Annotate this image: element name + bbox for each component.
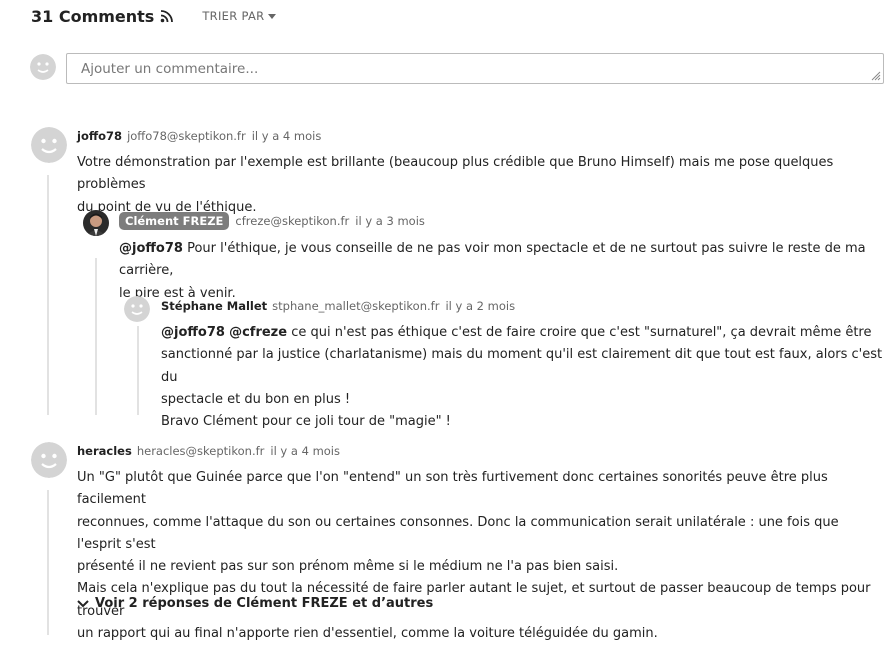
comment-line: Bravo Clément pour ce joli tour de "magi… (161, 414, 451, 430)
comment-line: spectacle et du bon en plus ! (161, 391, 351, 407)
mention-link[interactable]: @joffo78 (119, 241, 183, 256)
comment-author[interactable]: joffo78 (77, 129, 122, 143)
thread-line[interactable] (47, 175, 49, 415)
resize-handle-icon[interactable] (871, 71, 881, 81)
comment-author[interactable]: Stéphane Mallet (161, 299, 267, 313)
comment-count: 31 Comments (31, 6, 155, 26)
thread-line[interactable] (95, 258, 97, 415)
comment-email: cfreze@skeptikon.fr (235, 214, 350, 228)
comment-line: reconnues, comme l'attaque du son ou cer… (77, 514, 839, 552)
comment-time[interactable]: il y a 3 mois (355, 214, 425, 228)
comment-line: @joffo78 Pour l'éthique, je vous conseil… (119, 241, 866, 279)
comments-header: 31 Comments TRIER PAR (31, 4, 277, 28)
comment-author[interactable]: heracles (77, 444, 132, 458)
mention-link[interactable]: @cfreze (229, 325, 287, 340)
comment-input-placeholder: Ajouter un commentaire... (81, 60, 259, 77)
default-avatar-icon (30, 54, 56, 80)
default-avatar-icon (124, 296, 150, 322)
thread-line[interactable] (137, 326, 139, 415)
comment-body: Votre démonstration par l'exemple est br… (77, 152, 882, 219)
view-replies-button[interactable]: Voir 2 réponses de Clément FREZE et d’au… (77, 596, 433, 611)
comment-email: stphane_mallet@skeptikon.fr (272, 299, 440, 313)
person-photo-icon (83, 210, 109, 236)
comment-time[interactable]: il y a 4 mois (270, 444, 340, 458)
caret-down-icon (268, 13, 277, 19)
comment-body: @joffo78 Pour l'éthique, je vous conseil… (119, 238, 884, 305)
comment-line: un rapport qui au final n'apporte rien d… (77, 626, 658, 642)
chevron-down-icon (77, 599, 89, 607)
sort-label: TRIER PAR (202, 9, 265, 23)
comment-body: Un "G" plutôt que Guinée parce que l'on … (77, 467, 885, 645)
comment-input[interactable]: Ajouter un commentaire... (66, 53, 884, 84)
comment-time[interactable]: il y a 2 mois (445, 299, 515, 313)
comment-body: @joffo78 @cfreze ce qui n'est pas éthiqu… (161, 322, 886, 433)
rss-icon[interactable] (160, 9, 174, 23)
comment-meta: Clément FREZE cfreze@skeptikon.fr il y a… (119, 212, 425, 230)
comment-time[interactable]: il y a 4 mois (252, 129, 322, 143)
default-avatar-icon (31, 442, 67, 478)
comment-line: @joffo78 @cfreze ce qui n'est pas éthiqu… (161, 325, 872, 340)
comment-meta: heracles heracles@skeptikon.fr il y a 4 … (77, 444, 340, 458)
comment-line: présenté il ne revient pas sur son préno… (77, 559, 619, 575)
comment-email: joffo78@skeptikon.fr (127, 129, 246, 143)
author-badge[interactable]: Clément FREZE (119, 212, 230, 230)
comment-line: Un "G" plutôt que Guinée parce que l'on … (77, 470, 828, 508)
default-avatar-icon (31, 127, 67, 163)
thread-line[interactable] (47, 490, 49, 635)
user-avatar-photo (83, 210, 109, 236)
comment-meta: Stéphane Mallet stphane_mallet@skeptikon… (161, 299, 515, 313)
comment-meta: joffo78 joffo78@skeptikon.fr il y a 4 mo… (77, 129, 321, 143)
sort-dropdown[interactable]: TRIER PAR (202, 9, 277, 23)
view-replies-label: Voir 2 réponses de Clément FREZE et d’au… (95, 596, 434, 611)
comment-line: Votre démonstration par l'exemple est br… (77, 155, 834, 193)
comment-email: heracles@skeptikon.fr (136, 444, 265, 458)
mention-link[interactable]: @joffo78 (161, 325, 225, 340)
comment-line: sanctionné par la justice (charlatanisme… (161, 347, 883, 385)
